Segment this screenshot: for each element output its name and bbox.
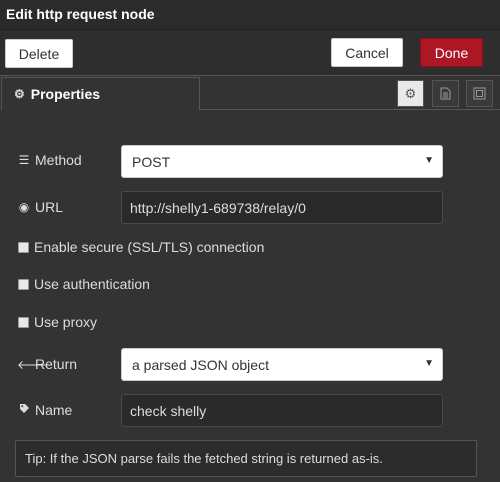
tab-properties-label: Properties [30, 86, 101, 102]
cancel-button[interactable]: Cancel [331, 38, 403, 67]
frame-icon [473, 87, 486, 100]
name-label: Name [35, 402, 73, 418]
tab-properties[interactable]: ⚙ Properties [1, 77, 200, 110]
method-select[interactable]: POST ▼ [121, 145, 443, 178]
arrow-left-icon: 🡐 [17, 357, 50, 372]
gear-icon: ⚙ [14, 87, 25, 101]
name-label-row: Name [17, 402, 72, 418]
proxy-checkbox[interactable] [18, 316, 29, 328]
url-label-row: ◉ URL [17, 199, 63, 215]
url-label: URL [35, 199, 64, 215]
url-input[interactable]: http://shelly1-689738/relay/0 [121, 191, 443, 224]
method-label: Method [35, 152, 82, 168]
method-label-row: ☰ Method [17, 152, 82, 168]
dialog-toolbar: Delete Cancel Done [0, 30, 500, 76]
delete-button[interactable]: Delete [5, 39, 73, 68]
globe-icon: ◉ [18, 200, 30, 214]
auth-checkbox[interactable] [18, 278, 29, 290]
tip-box: Tip: If the JSON parse fails the fetched… [15, 440, 477, 477]
tab-appearance[interactable] [466, 80, 493, 107]
return-select[interactable]: a parsed JSON object ▼ [121, 348, 443, 381]
ssl-label: Enable secure (SSL/TLS) connection [34, 239, 265, 255]
tab-settings[interactable]: ⚙ [397, 80, 424, 107]
ssl-checkbox-row[interactable]: Enable secure (SSL/TLS) connection [18, 239, 264, 255]
chevron-down-icon: ▼ [424, 155, 434, 166]
name-value: check shelly [130, 402, 207, 419]
proxy-label: Use proxy [34, 314, 98, 330]
return-label-row: 🡐 Return [17, 356, 77, 372]
proxy-checkbox-row[interactable]: Use proxy [18, 314, 97, 330]
auth-label: Use authentication [34, 276, 150, 292]
name-input[interactable]: check shelly [121, 394, 443, 427]
return-value: a parsed JSON object [132, 356, 269, 373]
list-icon: ☰ [18, 153, 30, 167]
ssl-checkbox[interactable] [18, 241, 29, 253]
dialog-title: Edit http request node [0, 0, 500, 30]
method-value: POST [132, 153, 171, 170]
document-icon [440, 87, 451, 100]
url-value: http://shelly1-689738/relay/0 [130, 199, 306, 216]
tab-description[interactable] [432, 80, 459, 107]
return-label: Return [35, 356, 78, 372]
tag-icon [17, 403, 31, 417]
properties-panel: ☰ Method POST ▼ ◉ URL http://shelly1-689… [0, 110, 500, 482]
tab-bar: ⚙ Properties ⚙ [0, 77, 500, 110]
tip-text: Tip: If the JSON parse fails the fetched… [25, 451, 383, 466]
done-button[interactable]: Done [420, 38, 483, 67]
chevron-down-icon: ▼ [424, 358, 434, 369]
gear-icon: ⚙ [404, 85, 417, 101]
auth-checkbox-row[interactable]: Use authentication [18, 276, 150, 292]
